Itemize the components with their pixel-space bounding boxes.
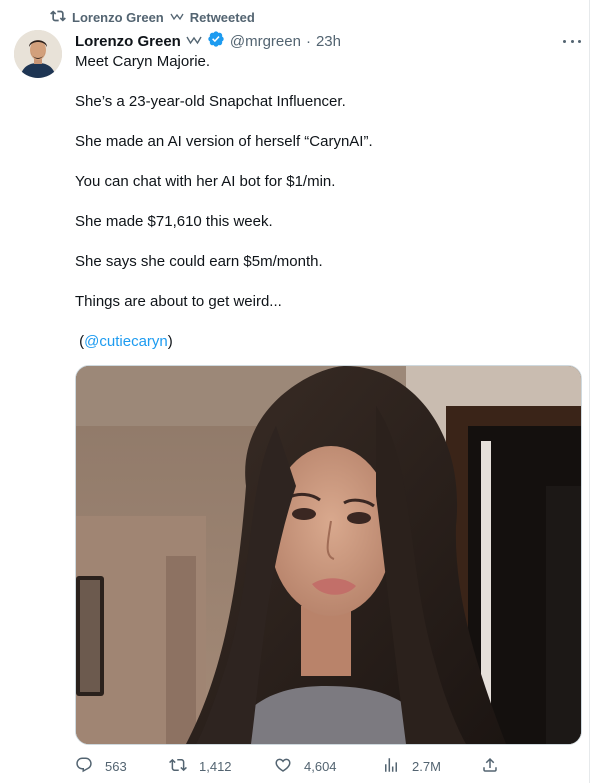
retweet-count: 1,412 <box>199 758 232 774</box>
share-icon <box>481 756 499 777</box>
like-button[interactable]: 4,604 <box>274 756 337 777</box>
tweet-actions: 563 1,412 4,604 2.7M <box>75 756 505 776</box>
more-options-icon[interactable] <box>563 33 581 49</box>
tweet-photo[interactable] <box>75 365 582 745</box>
tweet-line: Things are about to get weird... <box>75 293 282 310</box>
timeline-border <box>589 0 590 783</box>
tweet-line: Meet Caryn Majorie. <box>75 53 211 70</box>
mention-line: (@cutiecaryn) <box>75 332 575 352</box>
tweet-line: She’s a 23-year-old Snapchat Influencer. <box>75 93 346 110</box>
author-handle[interactable]: @mrgreen <box>230 33 301 50</box>
tweet-line: She made $71,610 this week. <box>75 213 273 230</box>
like-count: 4,604 <box>304 758 337 774</box>
separator-dot: · <box>305 32 311 50</box>
verified-badge-icon[interactable] <box>207 30 225 52</box>
views-button[interactable]: 2.7M <box>382 756 441 777</box>
retweet-icon <box>169 756 187 777</box>
tweet-line: She made an AI version of herself “Caryn… <box>75 133 373 150</box>
mention-close: ) <box>167 333 173 350</box>
share-button[interactable] <box>481 756 499 777</box>
views-count: 2.7M <box>412 758 441 774</box>
tweet-header: Lorenzo Green @mrgreen · 23h <box>75 31 341 51</box>
avatar[interactable] <box>14 30 62 78</box>
tweet-timestamp[interactable]: 23h <box>316 33 341 50</box>
heart-icon <box>274 756 292 777</box>
retweeter-name[interactable]: Lorenzo Green <box>72 10 164 25</box>
retweet-button[interactable]: 1,412 <box>169 756 232 777</box>
bar-chart-icon <box>382 756 400 777</box>
affiliate-badge-icon <box>186 33 202 50</box>
retweeted-label: Retweeted <box>189 9 255 25</box>
reply-button[interactable]: 563 <box>75 756 127 777</box>
reply-count: 563 <box>105 758 127 774</box>
tweet-line: You can chat with her AI bot for $1/min. <box>75 173 336 190</box>
tweet-line: She says she could earn $5m/month. <box>75 253 323 270</box>
retweet-icon <box>50 8 66 27</box>
reply-icon <box>75 756 93 777</box>
mention-link[interactable]: @cutiecaryn <box>84 333 168 350</box>
author-name[interactable]: Lorenzo Green <box>75 33 181 50</box>
affiliate-badge-icon <box>170 10 184 25</box>
retweet-context: Lorenzo Green Retweeted <box>50 8 255 26</box>
tweet-text: Meet Caryn Majorie. She’s a 23-year-old … <box>75 52 575 372</box>
